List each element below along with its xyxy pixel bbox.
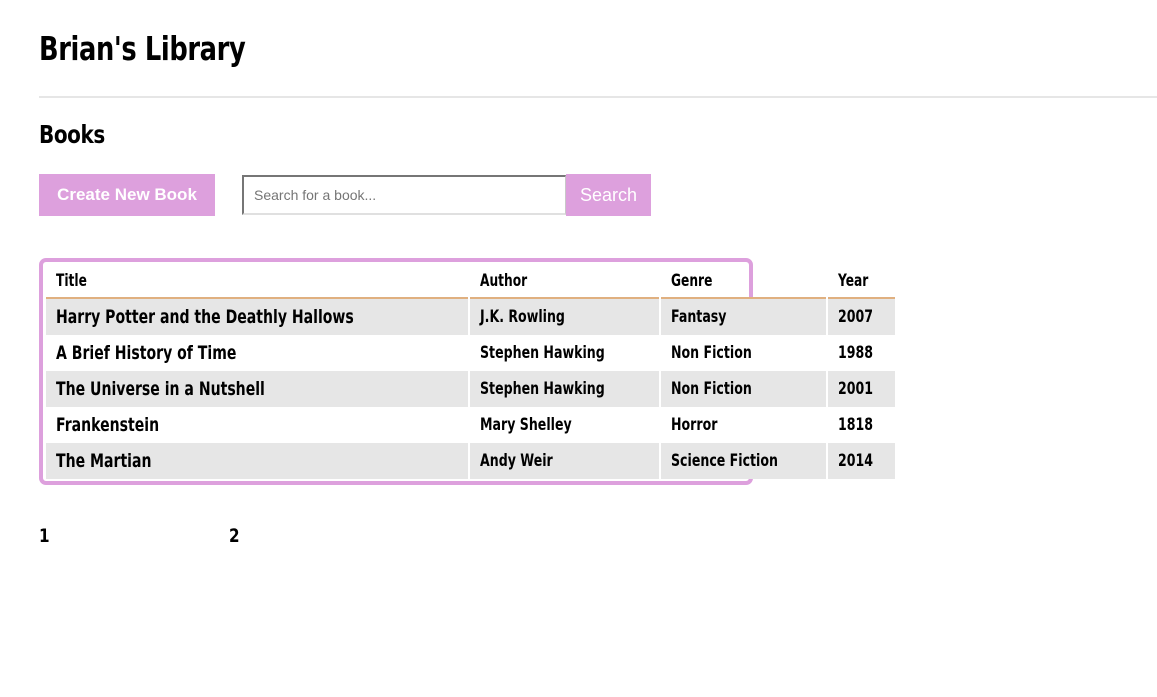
- book-genre-cell: Fantasy: [660, 299, 826, 335]
- page-title: Books: [39, 120, 105, 149]
- book-genre-cell: Horror: [660, 407, 826, 443]
- book-author-cell: Andy Weir: [470, 443, 659, 479]
- book-genre-cell: Non Fiction: [660, 335, 826, 371]
- column-header-title: Title: [46, 265, 469, 299]
- book-title-cell: The Martian: [46, 443, 469, 479]
- book-year-cell: 2007: [827, 299, 895, 335]
- book-title-cell: A Brief History of Time: [46, 335, 469, 371]
- column-header-genre: Genre: [660, 265, 826, 299]
- book-author-cell: Stephen Hawking: [470, 371, 659, 407]
- book-author-cell: Mary Shelley: [470, 407, 659, 443]
- book-genre-cell: Non Fiction: [660, 371, 826, 407]
- book-year-cell: 2014: [827, 443, 895, 479]
- table-row[interactable]: Frankenstein Mary Shelley Horror 1818: [46, 407, 895, 443]
- books-table-container: Title Author Genre Year Harry Potter and…: [39, 258, 895, 485]
- site-title: Brian's Library: [39, 29, 246, 68]
- book-title-cell: The Universe in a Nutshell: [46, 371, 469, 407]
- table-row[interactable]: A Brief History of Time Stephen Hawking …: [46, 335, 895, 371]
- header-divider: [39, 96, 1157, 98]
- table-header-row: Title Author Genre Year: [46, 265, 895, 299]
- book-author-cell: Stephen Hawking: [470, 335, 659, 371]
- book-year-cell: 1818: [827, 407, 895, 443]
- pagination-page-1[interactable]: 1: [39, 523, 50, 549]
- create-new-book-button[interactable]: Create New Book: [39, 174, 215, 216]
- table-row[interactable]: The Martian Andy Weir Science Fiction 20…: [46, 443, 895, 479]
- search-button[interactable]: Search: [566, 174, 651, 216]
- book-author-cell: J.K. Rowling: [470, 299, 659, 335]
- book-genre-cell: Science Fiction: [660, 443, 826, 479]
- book-title-cell: Frankenstein: [46, 407, 469, 443]
- search-input[interactable]: [242, 175, 566, 215]
- books-table: Title Author Genre Year Harry Potter and…: [44, 265, 897, 479]
- book-title-cell: Harry Potter and the Deathly Hallows: [46, 299, 469, 335]
- table-row[interactable]: The Universe in a Nutshell Stephen Hawki…: [46, 371, 895, 407]
- book-year-cell: 2001: [827, 371, 895, 407]
- pagination-page-2[interactable]: 2: [229, 523, 240, 549]
- column-header-author: Author: [470, 265, 659, 299]
- book-year-cell: 1988: [827, 335, 895, 371]
- table-row[interactable]: Harry Potter and the Deathly Hallows J.K…: [46, 299, 895, 335]
- column-header-year: Year: [827, 265, 895, 299]
